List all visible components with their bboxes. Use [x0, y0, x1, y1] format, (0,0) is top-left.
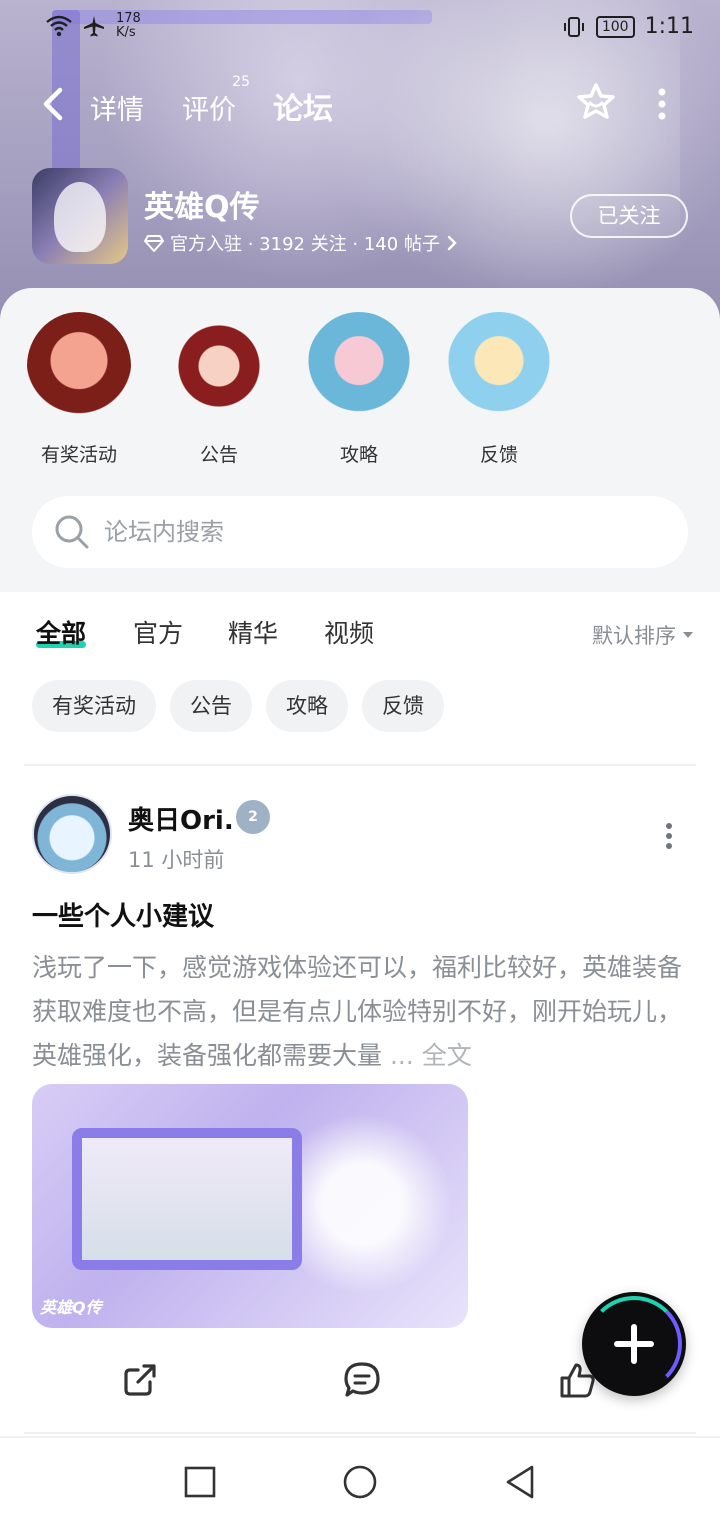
- avatar[interactable]: [32, 794, 112, 874]
- game-icon[interactable]: [32, 168, 128, 264]
- comment-icon[interactable]: [342, 1360, 382, 1400]
- chip-rewards[interactable]: 有奖活动: [32, 680, 156, 732]
- post-image-frame: [72, 1128, 302, 1270]
- chevron-right-icon: [447, 235, 457, 251]
- sort-dropdown[interactable]: 默认排序: [592, 620, 694, 650]
- battery-indicator: 100: [595, 15, 635, 38]
- home-icon[interactable]: [342, 1464, 378, 1500]
- feed-tab-featured[interactable]: 精华: [228, 614, 278, 650]
- divider: [24, 1432, 696, 1434]
- feed-tabs: 全部 官方 精华 视频 默认排序: [0, 600, 720, 670]
- divider: [24, 764, 696, 766]
- category-rewards-image: [27, 312, 131, 420]
- forum-search[interactable]: [32, 496, 688, 568]
- chip-feedback[interactable]: 反馈: [362, 680, 444, 732]
- network-speed: 178 K/s: [116, 11, 141, 40]
- category-panel: 有奖活动 公告 攻略 反馈: [0, 288, 720, 592]
- category-label: 攻略: [339, 444, 378, 466]
- post-more-icon[interactable]: [664, 822, 674, 850]
- feed-tab-official[interactable]: 官方: [133, 614, 183, 650]
- category-guides-image: [307, 312, 411, 420]
- tab-reviews[interactable]: 评价 25: [182, 74, 250, 127]
- game-meta[interactable]: 官方入驻 · 3192 关注 · 140 帖子: [144, 230, 458, 256]
- chip-announcements[interactable]: 公告: [170, 680, 252, 732]
- diamond-icon: [144, 235, 164, 252]
- caret-down-icon: [683, 632, 693, 638]
- post-image-logo: 英雄Q传: [40, 1298, 102, 1317]
- feed-tab-all[interactable]: 全部: [36, 614, 87, 650]
- back-arrow-icon[interactable]: [36, 82, 72, 126]
- post-body-text: 浅玩了一下，感觉游戏体验还可以，福利比较好，英雄装备获取难度也不高，但是有点儿体…: [32, 953, 683, 1070]
- category-announcements-image: [167, 312, 271, 420]
- create-post-button[interactable]: [582, 1292, 686, 1396]
- tab-details[interactable]: 详情: [90, 88, 144, 127]
- post-time: 11 小时前: [128, 848, 225, 872]
- game-info: 英雄Q传 官方入驻 · 3192 关注 · 140 帖子 已关注: [32, 168, 692, 268]
- category-announcements[interactable]: 公告: [164, 312, 274, 467]
- recent-apps-icon[interactable]: [182, 1464, 218, 1500]
- airplane-icon: [84, 16, 104, 37]
- search-icon: [55, 515, 89, 549]
- read-full-link[interactable]: 全文: [422, 1041, 472, 1070]
- category-feedback[interactable]: 反馈: [444, 312, 554, 467]
- game-name: 英雄Q传: [144, 190, 260, 225]
- chip-guides[interactable]: 攻略: [266, 680, 348, 732]
- more-options-icon[interactable]: [652, 86, 672, 122]
- category-label: 反馈: [479, 444, 518, 466]
- plus-icon-vertical: [631, 1324, 637, 1364]
- wifi-icon: [46, 15, 72, 37]
- tab-reviews-label: 评价: [182, 95, 236, 126]
- vibrate-icon: [563, 16, 584, 37]
- favorite-star-icon[interactable]: [576, 82, 616, 122]
- follow-button[interactable]: 已关注: [570, 194, 688, 238]
- search-input[interactable]: [104, 510, 664, 554]
- system-nav-bar: [0, 1436, 720, 1520]
- post-image[interactable]: 英雄Q传: [32, 1084, 468, 1328]
- user-level-badge: 2: [236, 800, 270, 834]
- post-title: 一些个人小建议: [32, 902, 215, 932]
- category-guides[interactable]: 攻略: [304, 312, 414, 467]
- sort-label: 默认排序: [592, 624, 676, 648]
- category-feedback-image: [447, 312, 551, 420]
- category-label: 有奖活动: [40, 444, 117, 466]
- clock: 1:11: [644, 14, 694, 39]
- tab-forum-label: 论坛: [273, 92, 333, 127]
- system-back-icon[interactable]: [502, 1464, 538, 1500]
- game-meta-text: 官方入驻 · 3192 关注 · 140 帖子: [170, 234, 440, 255]
- post-body: 浅玩了一下，感觉游戏体验还可以，福利比较好，英雄装备获取难度也不高，但是有点儿体…: [32, 946, 688, 1078]
- feed-tab-video[interactable]: 视频: [324, 614, 374, 650]
- post-ellipsis: ...: [382, 1041, 422, 1070]
- reviews-count: 25: [232, 74, 250, 90]
- post-username[interactable]: 奥日Ori.: [128, 800, 234, 837]
- top-nav: 详情 评价 25 论坛: [0, 72, 720, 138]
- status-bar: 178 K/s 100 1:11: [0, 0, 720, 56]
- category-label: 公告: [199, 444, 238, 466]
- forum-header: 178 K/s 100 1:11 详情 评价 25 论坛 英雄Q传 官方入驻 ·…: [0, 0, 720, 320]
- category-rewards[interactable]: 有奖活动: [24, 312, 134, 467]
- filter-chips: 有奖活动 公告 攻略 反馈: [32, 680, 444, 732]
- feed-tab-label: 全部: [36, 619, 87, 648]
- tab-forum[interactable]: 论坛: [273, 84, 333, 128]
- share-icon[interactable]: [120, 1360, 160, 1400]
